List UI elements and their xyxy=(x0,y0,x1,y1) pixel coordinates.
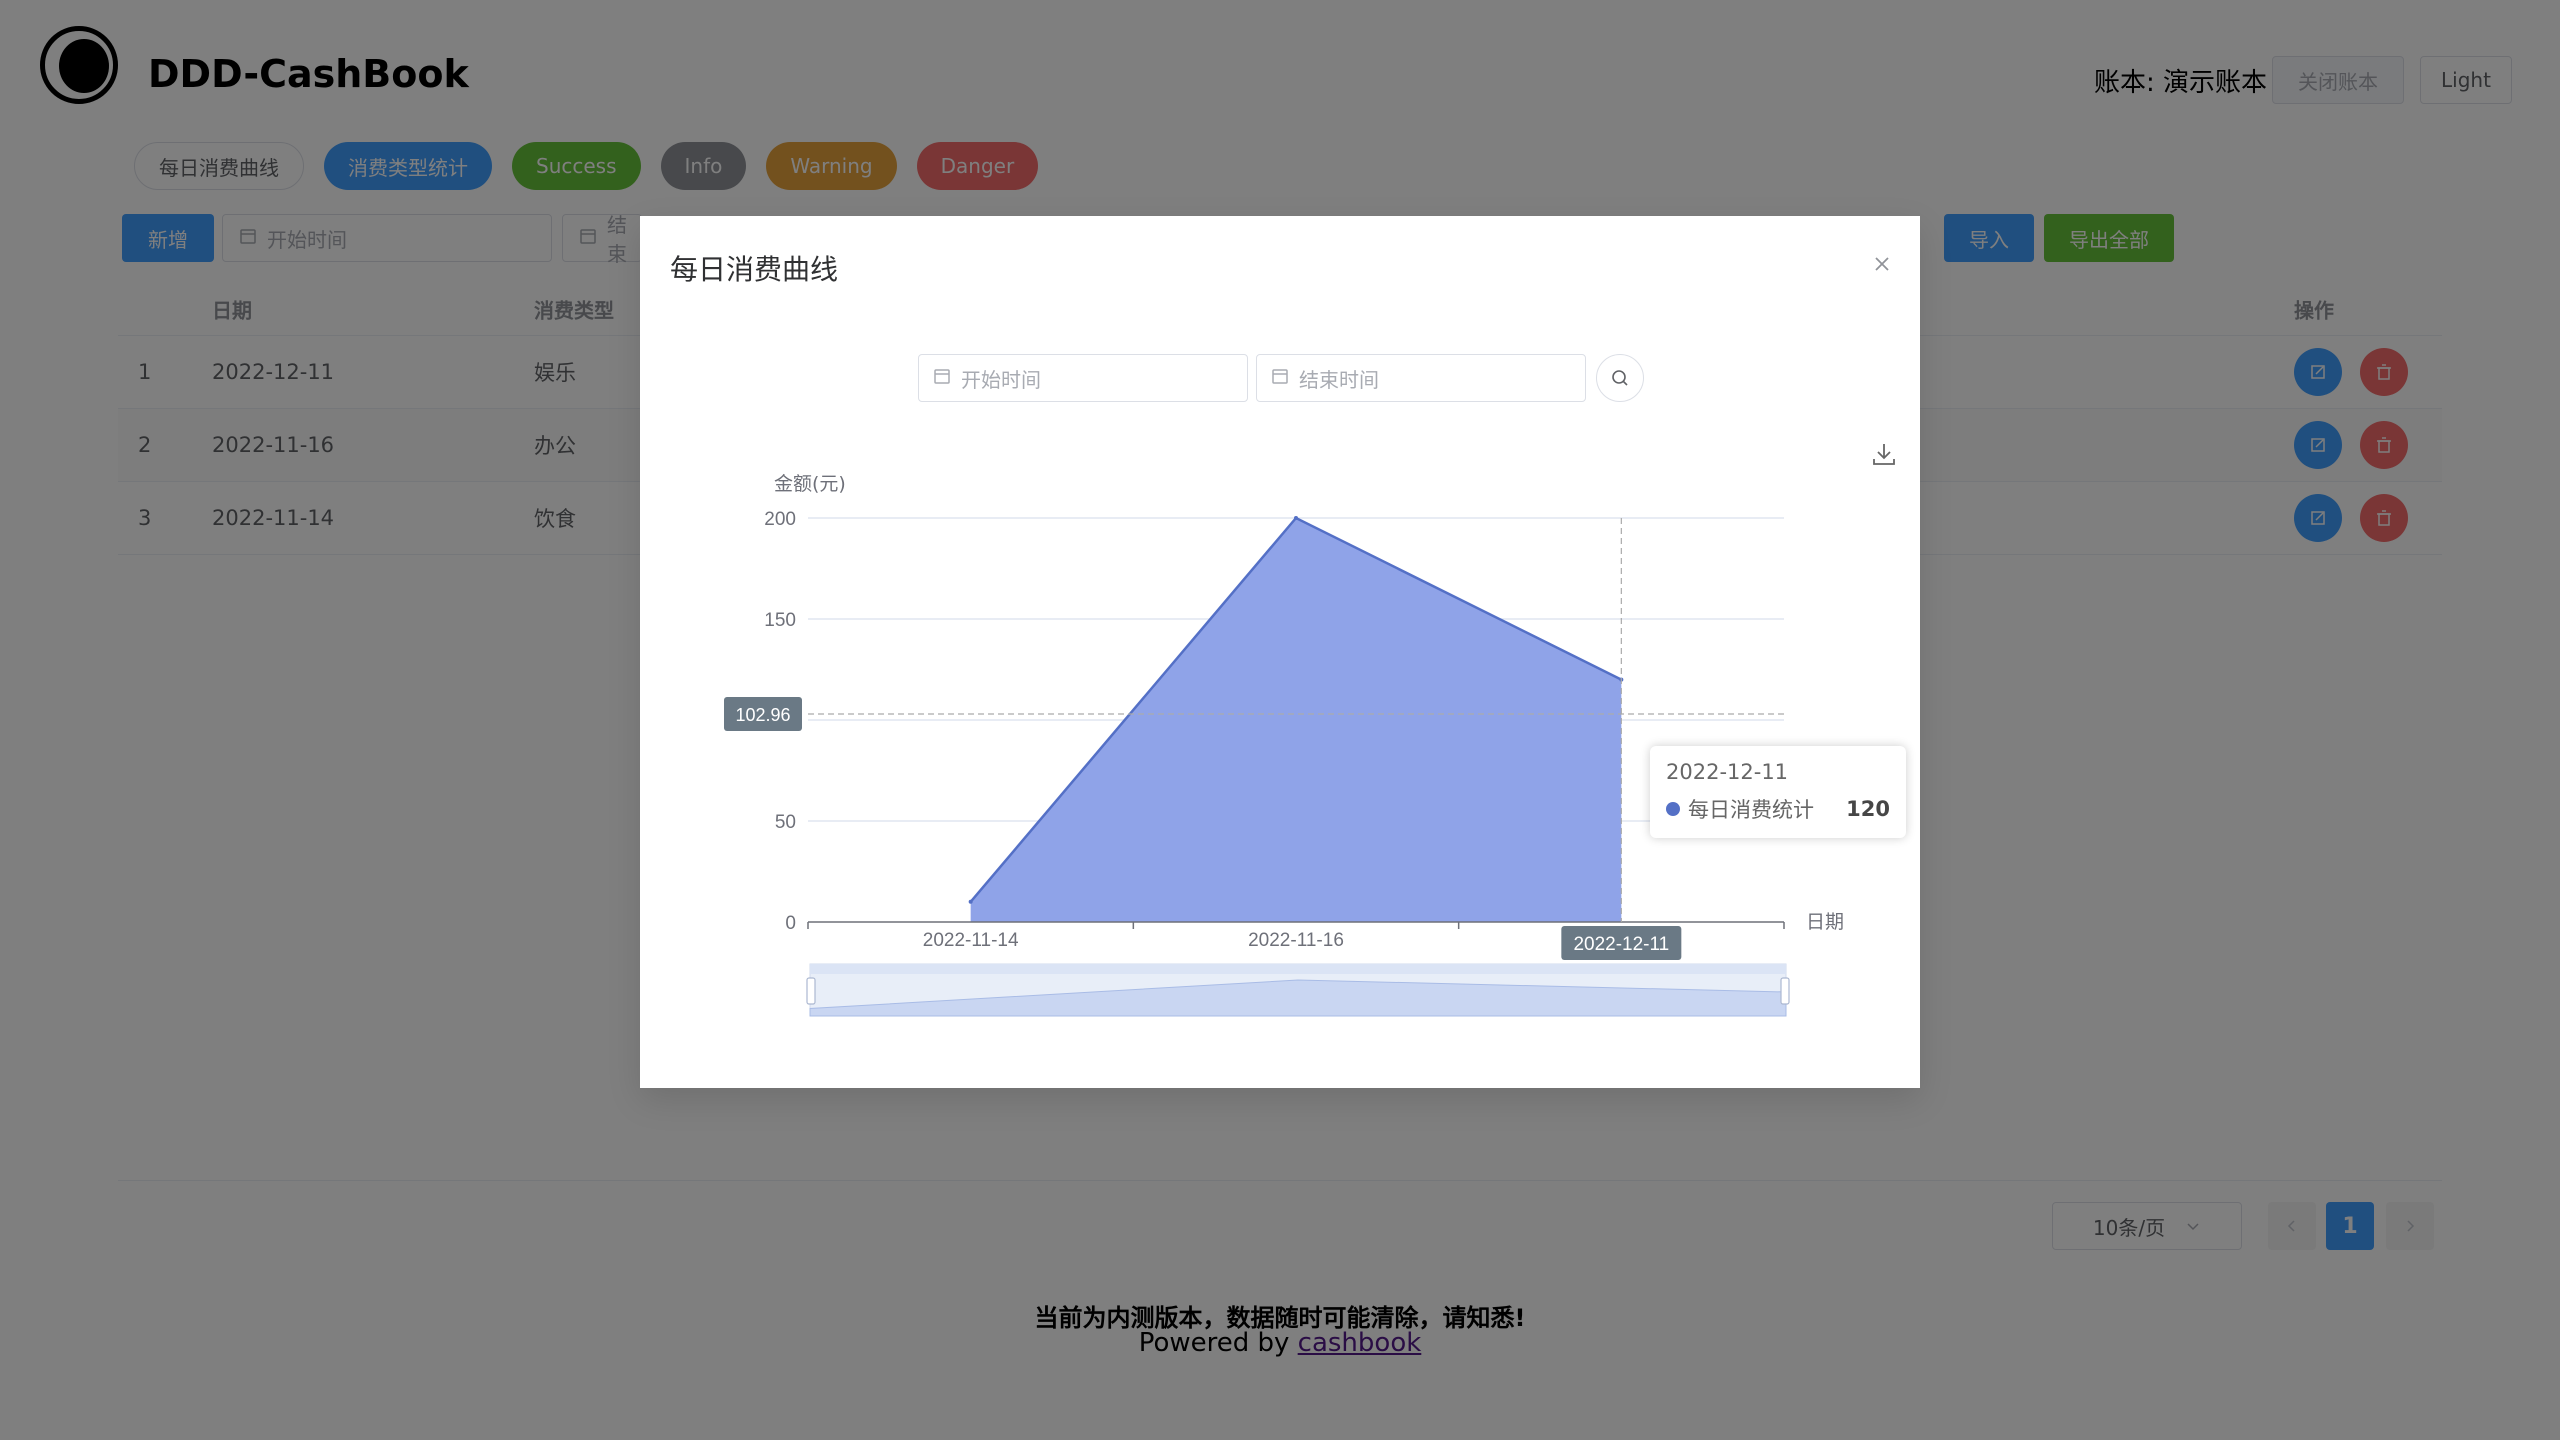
zoom-handle-left xyxy=(806,977,816,1005)
y-tick-label: 200 xyxy=(764,509,796,530)
y-tick-label: 50 xyxy=(775,812,796,833)
tooltip-date: 2022-12-11 xyxy=(1666,760,1789,784)
data-point xyxy=(1294,516,1298,520)
x-axis-label: 日期 xyxy=(1806,911,1844,933)
y-tick-label: 150 xyxy=(764,610,796,631)
crosshair-y-label: 102.96 xyxy=(735,705,790,725)
tooltip-series-name: 每日消费统计 xyxy=(1688,798,1814,822)
tooltip-value: 120 xyxy=(1846,797,1890,821)
x-tick-label: 2022-11-16 xyxy=(1248,930,1344,951)
x-tick-label: 2022-11-14 xyxy=(923,930,1019,951)
daily-consumption-chart: 0 50 150 200 金额(元) 2022-11-14 2022-11-16 2022-1… xyxy=(724,473,1844,1017)
y-axis-label: 金额(元) xyxy=(774,473,846,495)
crosshair-x-label: 2022-12-11 xyxy=(1573,934,1669,955)
tooltip-series-row: 每日消费统计 120 xyxy=(1666,794,1890,824)
series-color-dot xyxy=(1666,802,1680,816)
daily-curve-dialog: 每日消费曲线 开始时间 结束时间 0 50 150 200 金额(元) 2022-11-1… xyxy=(640,216,1920,1088)
zoom-handle-right xyxy=(1780,977,1790,1005)
zoom-slider-bar xyxy=(810,964,1786,974)
data-point xyxy=(968,899,973,904)
chart-tooltip: 2022-12-11 每日消费统计 120 xyxy=(1650,746,1906,838)
y-tick-label: 0 xyxy=(785,913,796,934)
